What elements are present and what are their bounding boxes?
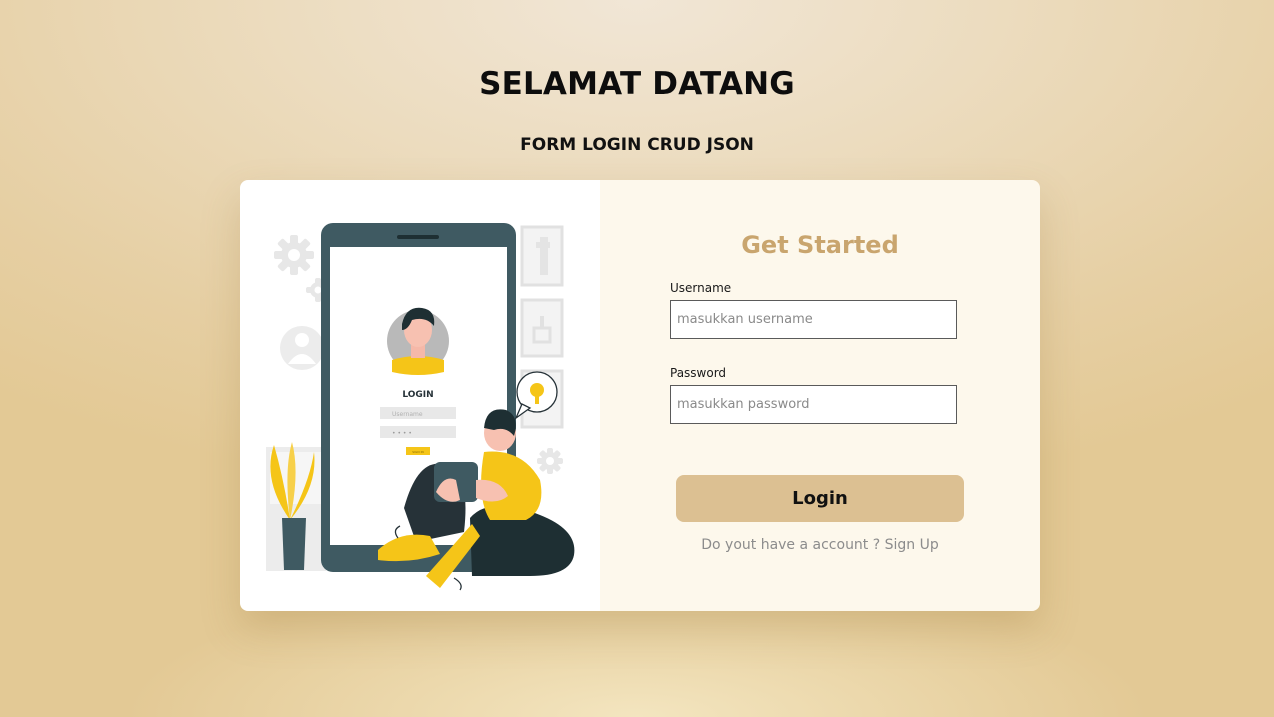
illustration-panel: LOGIN Username • • • • SIGN IN — [240, 180, 600, 611]
login-button[interactable]: Login — [676, 475, 964, 522]
gear-icon — [274, 235, 314, 275]
user-silhouette-icon — [280, 326, 324, 370]
gear-icon — [537, 448, 563, 474]
page-subtitle: FORM LOGIN CRUD JSON — [520, 135, 754, 155]
phone-username-placeholder: Username — [392, 411, 423, 418]
login-card: LOGIN Username • • • • SIGN IN Get Start… — [240, 180, 1040, 611]
signup-link[interactable]: Sign Up — [885, 537, 939, 553]
login-illustration: LOGIN Username • • • • SIGN IN — [266, 223, 575, 591]
phone-signin-label: SIGN IN — [412, 450, 423, 454]
username-input[interactable] — [670, 300, 957, 339]
login-form-panel: Get Started Username Password Login Do y… — [600, 180, 1040, 611]
phone-password-mask: • • • • — [392, 430, 412, 437]
username-label: Username — [670, 281, 732, 295]
signup-line: Do yout have a account ? Sign Up — [600, 537, 1040, 553]
password-label: Password — [670, 366, 727, 380]
signup-prompt: Do yout have a account ? — [701, 537, 881, 553]
password-input[interactable] — [670, 385, 957, 424]
form-heading: Get Started — [741, 231, 899, 259]
page-title: SELAMAT DATANG — [479, 66, 795, 102]
phone-login-heading: LOGIN — [402, 390, 433, 400]
